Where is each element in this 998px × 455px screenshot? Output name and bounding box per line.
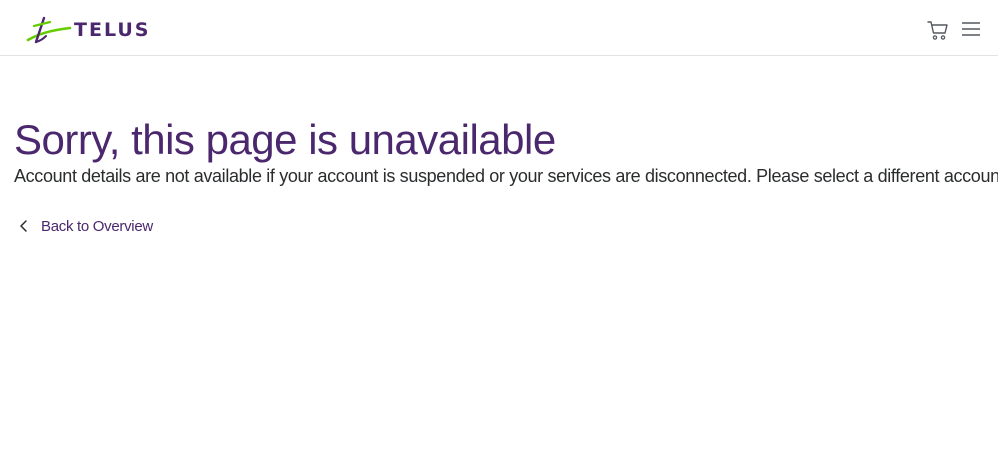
telus-logo[interactable]: TELUS [26, 14, 156, 44]
back-to-overview-link[interactable]: Back to Overview [18, 216, 153, 236]
unavailable-message: Account details are not available if you… [14, 166, 998, 186]
back-link-label: Back to Overview [41, 217, 153, 235]
site-header: TELUS [0, 0, 998, 56]
telus-logo-icon [26, 16, 72, 44]
hamburger-menu-icon [962, 22, 980, 36]
cart-icon [927, 21, 948, 40]
logo-wordmark: TELUS [74, 19, 151, 41]
menu-button[interactable] [960, 19, 982, 39]
page-title: Sorry, this page is unavailable [14, 116, 556, 163]
cart-button[interactable] [926, 18, 950, 42]
main-content: Sorry, this page is unavailable Account … [14, 116, 998, 188]
chevron-left-icon [20, 220, 27, 232]
